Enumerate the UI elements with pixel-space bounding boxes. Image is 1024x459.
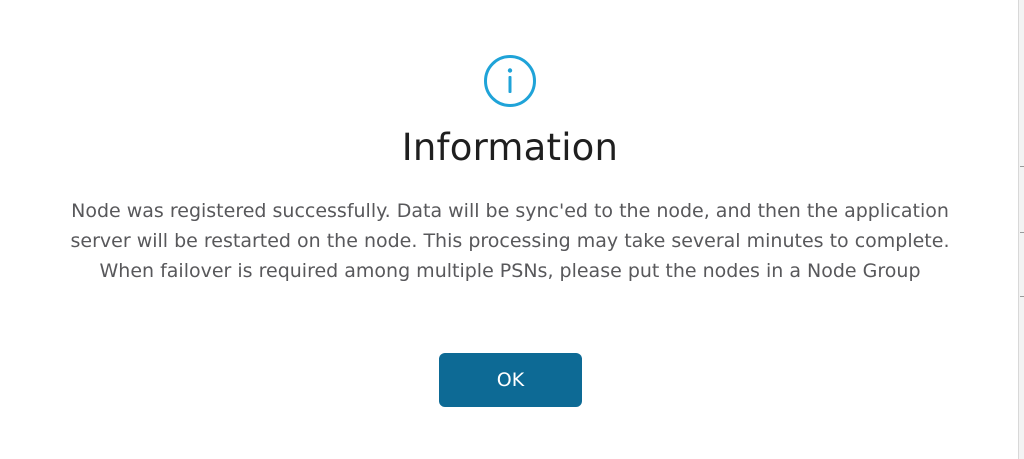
information-dialog: Information Node was registered successf…: [0, 0, 1018, 459]
edge-tick: [1020, 296, 1024, 297]
ok-button[interactable]: OK: [439, 353, 582, 407]
dialog-message: Node was registered successfully. Data w…: [70, 200, 950, 282]
edge-tick: [1020, 232, 1024, 233]
edge-tick: [1020, 166, 1024, 167]
dialog-title: Information: [401, 126, 619, 169]
info-circle-icon: [483, 54, 537, 108]
background-window-edge: [1018, 0, 1024, 459]
